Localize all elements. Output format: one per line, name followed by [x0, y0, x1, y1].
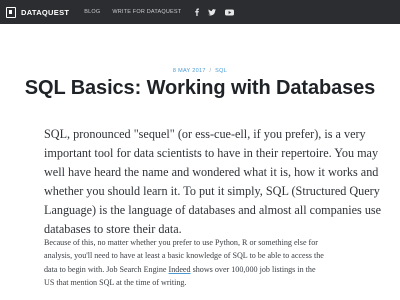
- body-line: Because of this, no matter whether you p…: [44, 238, 318, 247]
- social-links: [195, 8, 243, 16]
- body-line: analysis, you'll need to have at least a…: [44, 251, 324, 261]
- dataquest-logo-icon: [6, 6, 16, 18]
- dataquest-logo[interactable]: DATAQUEST: [6, 6, 70, 18]
- brand-name: DATAQUEST: [21, 7, 70, 17]
- article-meta: 8 MAY 2017 / SQL: [0, 68, 400, 74]
- lead-line: Language) is the language of databases a…: [44, 203, 382, 217]
- body-line: data to begin with. Job Search Engine In…: [44, 263, 376, 276]
- body-text: data to begin with. Job Search Engine: [44, 264, 169, 274]
- category-link-sql[interactable]: SQL: [215, 68, 227, 74]
- lead-line: well have heard the name and wondered wh…: [44, 165, 379, 179]
- nav-link-blog[interactable]: BLOG: [84, 9, 100, 15]
- indeed-link[interactable]: Indeed: [169, 265, 191, 274]
- twitter-icon[interactable]: [208, 8, 217, 16]
- facebook-icon[interactable]: [195, 8, 200, 16]
- article-date: 8 MAY 2017: [172, 68, 206, 74]
- meta-separator: /: [209, 68, 212, 74]
- lead-line: SQL, pronounced "sequel" (or ess-cue-ell…: [44, 127, 366, 141]
- lead-line: whether you should learn it. To put it s…: [44, 184, 380, 198]
- body-line: US that mention SQL at the time of writi…: [44, 277, 187, 287]
- youtube-icon[interactable]: [225, 9, 235, 16]
- article-lead-paragraph: SQL, pronounced "sequel" (or ess-cue-ell…: [44, 125, 382, 239]
- body-text: shows over 100,000 job listings in the: [190, 264, 316, 274]
- lead-line: important tool for data scientists to ha…: [44, 146, 379, 160]
- nav-link-write-for-dataquest[interactable]: WRITE FOR DATAQUEST: [112, 9, 181, 15]
- article-body-paragraph: Because of this, no matter whether you p…: [44, 236, 376, 289]
- top-navigation-bar: DATAQUEST BLOG WRITE FOR DATAQUEST: [0, 0, 400, 24]
- article-title: SQL Basics: Working with Databases: [24, 77, 376, 99]
